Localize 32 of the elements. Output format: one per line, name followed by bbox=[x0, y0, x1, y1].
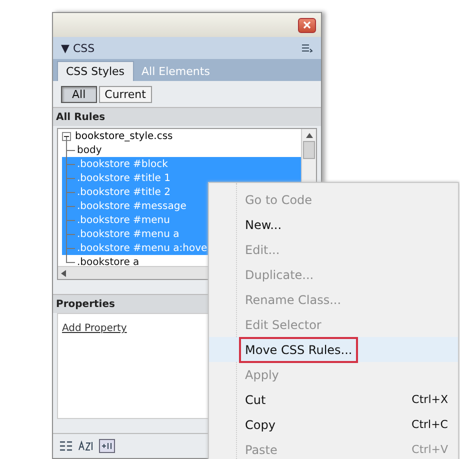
scroll-up-icon[interactable] bbox=[306, 133, 312, 138]
rule-item[interactable]: .bookstore #block bbox=[75, 158, 170, 170]
close-button[interactable] bbox=[298, 18, 316, 32]
collapse-icon[interactable] bbox=[62, 132, 71, 141]
panel-menu-icon[interactable] bbox=[301, 43, 313, 53]
menu-item[interactable]: New... bbox=[209, 212, 458, 237]
mode-toggle[interactable]: Current bbox=[98, 86, 152, 102]
rule-item[interactable]: .bookstore a bbox=[75, 256, 142, 266]
category-view-icon[interactable] bbox=[59, 440, 73, 452]
rule-item[interactable]: .bookstore #menu a bbox=[75, 228, 182, 240]
mode-toggle[interactable]: All bbox=[61, 86, 97, 102]
set-properties-icon[interactable] bbox=[99, 439, 115, 453]
rule-item[interactable]: .bookstore #title 2 bbox=[75, 186, 172, 198]
stylesheet-item[interactable]: bookstore_style.css bbox=[75, 130, 173, 143]
section-title: All Rules bbox=[56, 112, 106, 122]
close-icon bbox=[303, 21, 311, 29]
menu-item[interactable]: Copy Ctrl+C bbox=[209, 412, 458, 437]
panel-header-title[interactable]: ▼ CSS bbox=[61, 42, 95, 54]
section-title: Properties bbox=[56, 298, 115, 310]
add-property-link[interactable]: Add Property bbox=[62, 323, 127, 334]
rule-item[interactable]: .bookstore #message bbox=[75, 200, 188, 212]
scroll-thumb[interactable] bbox=[303, 141, 315, 159]
scroll-left-icon[interactable] bbox=[61, 270, 66, 276]
rule-item[interactable]: .bookstore #menu a:hove bbox=[75, 242, 210, 254]
sort-az-icon[interactable] bbox=[78, 440, 94, 452]
menu-item[interactable]: Move CSS Rules... bbox=[209, 337, 458, 362]
panel-tab[interactable]: CSS Styles bbox=[57, 61, 134, 81]
rule-item[interactable]: .bookstore #title 1 bbox=[75, 172, 172, 184]
rule-item[interactable]: body bbox=[75, 144, 104, 156]
rule-item[interactable]: .bookstore #menu bbox=[75, 214, 172, 226]
menu-item[interactable]: Cut Ctrl+X bbox=[209, 387, 458, 412]
panel-tab[interactable]: All Elements bbox=[134, 62, 218, 81]
